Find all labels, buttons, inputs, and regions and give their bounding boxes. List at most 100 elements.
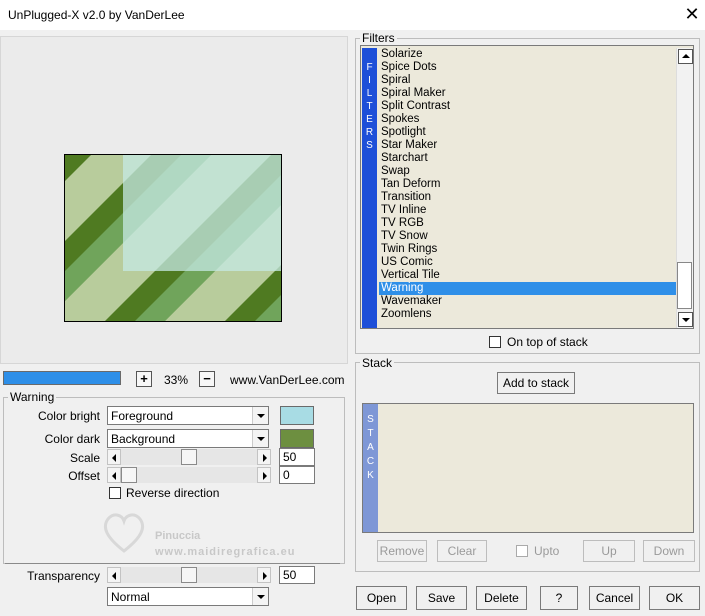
filter-list-item[interactable]: Starchart — [379, 152, 676, 165]
scale-slider-thumb[interactable] — [181, 449, 197, 465]
filter-list-item[interactable]: Twin Rings — [379, 243, 676, 256]
filters-strip-letter: I — [368, 75, 371, 86]
scroll-up-icon[interactable] — [678, 49, 693, 64]
stack-strip-letter: A — [367, 442, 374, 453]
stack-side-strip: STACK — [363, 404, 378, 532]
preview-area — [0, 36, 348, 364]
color-dark-label: Color dark — [44, 432, 100, 446]
chevron-down-icon[interactable] — [252, 588, 268, 605]
offset-value-field[interactable]: 0 — [279, 466, 315, 484]
filters-strip-letter: E — [366, 114, 373, 125]
chevron-down-icon[interactable] — [252, 430, 268, 447]
help-button[interactable]: ? — [540, 586, 578, 610]
blend-mode-select[interactable]: Normal — [107, 587, 269, 606]
add-to-stack-button[interactable]: Add to stack — [497, 372, 575, 394]
transparency-slider-thumb[interactable] — [181, 567, 197, 583]
watermark-logo — [98, 505, 150, 557]
filter-list-item[interactable]: Zoomlens — [379, 308, 676, 321]
upto-checkbox[interactable] — [516, 545, 528, 557]
close-icon[interactable]: ✕ — [680, 3, 704, 27]
transparency-increase-arrow[interactable] — [257, 567, 271, 583]
website-link[interactable]: www.VanDerLee.com — [230, 373, 345, 387]
filter-list-item[interactable]: Spiral Maker — [379, 87, 676, 100]
watermark-url: www.maidiregrafica.eu — [155, 546, 296, 558]
filter-list-item[interactable]: Spiral — [379, 74, 676, 87]
color-bright-value: Foreground — [111, 409, 174, 423]
filters-side-strip: FILTERS — [362, 48, 377, 328]
on-top-of-stack-checkbox[interactable] — [489, 336, 501, 348]
move-down-button[interactable]: Down — [643, 540, 695, 562]
scale-slider[interactable] — [107, 449, 271, 465]
upto-label: Upto — [534, 544, 560, 558]
scale-increase-arrow[interactable] — [257, 449, 271, 465]
chevron-down-icon[interactable] — [252, 407, 268, 424]
filter-list-items: Solarize Spice Dots Spiral Spiral Maker Spli… — [379, 48, 676, 321]
on-top-of-stack-label: On top of stack — [507, 335, 588, 349]
filter-list-item[interactable]: Warning — [379, 282, 676, 295]
filters-strip-letter: S — [366, 140, 373, 151]
color-dark-select[interactable]: Background — [107, 429, 269, 448]
offset-slider-thumb[interactable] — [121, 467, 137, 483]
stack-strip-letter: C — [366, 456, 375, 467]
filter-list-item[interactable]: TV Inline — [379, 204, 676, 217]
offset-slider[interactable] — [107, 467, 271, 483]
transparency-label: Transparency — [27, 569, 100, 583]
filter-list-item[interactable]: Spice Dots — [379, 61, 676, 74]
filter-list-item[interactable]: TV RGB — [379, 217, 676, 230]
save-button[interactable]: Save — [416, 586, 467, 610]
filter-list-item[interactable]: Wavemaker — [379, 295, 676, 308]
stack-list[interactable] — [362, 403, 694, 533]
cancel-button[interactable]: Cancel — [589, 586, 640, 610]
filters-group-title: Filters — [360, 31, 397, 45]
ok-button[interactable]: OK — [649, 586, 700, 610]
color-bright-swatch[interactable] — [280, 406, 314, 425]
window-title: UnPlugged-X v2.0 by VanDerLee — [8, 8, 185, 22]
color-dark-swatch[interactable] — [280, 429, 314, 448]
filters-strip-letter: T — [366, 101, 373, 112]
color-bright-select[interactable]: Foreground — [107, 406, 269, 425]
stack-group-title: Stack — [360, 356, 395, 370]
move-up-button[interactable]: Up — [583, 540, 635, 562]
delete-button[interactable]: Delete — [476, 586, 527, 610]
preview-image — [64, 154, 282, 322]
blend-mode-value: Normal — [111, 590, 150, 604]
filters-strip-letter: R — [365, 127, 374, 138]
warning-group-title: Warning — [8, 390, 57, 404]
filter-list-item[interactable]: Swap — [379, 165, 676, 178]
filter-list-item[interactable]: Spokes — [379, 113, 676, 126]
transparency-decrease-arrow[interactable] — [107, 567, 121, 583]
zoom-level: 33% — [163, 373, 189, 387]
filter-list-item[interactable]: Solarize — [379, 48, 676, 61]
color-bright-label: Color bright — [37, 409, 100, 423]
scale-value-field[interactable]: 50 — [279, 448, 315, 466]
filters-strip-letter: F — [366, 62, 373, 73]
filter-list-item[interactable]: TV Snow — [379, 230, 676, 243]
filter-list-scroll-thumb[interactable] — [677, 262, 692, 309]
transparency-slider[interactable] — [107, 567, 271, 583]
scale-decrease-arrow[interactable] — [107, 449, 121, 465]
filter-list-item[interactable]: Vertical Tile — [379, 269, 676, 282]
filter-list-item[interactable]: Split Contrast — [379, 100, 676, 113]
offset-increase-arrow[interactable] — [257, 467, 271, 483]
open-button[interactable]: Open — [356, 586, 407, 610]
reverse-direction-checkbox[interactable] — [109, 487, 121, 499]
filter-list-item[interactable]: Transition — [379, 191, 676, 204]
offset-label: Offset — [68, 469, 100, 483]
zoom-out-button[interactable]: − — [199, 371, 215, 387]
filters-strip-letter: L — [366, 88, 373, 99]
remove-button[interactable]: Remove — [377, 540, 427, 562]
zoom-in-button[interactable]: + — [136, 371, 152, 387]
offset-decrease-arrow[interactable] — [107, 467, 121, 483]
filter-list-item[interactable]: Star Maker — [379, 139, 676, 152]
clear-button[interactable]: Clear — [437, 540, 487, 562]
stack-strip-letter: K — [367, 470, 374, 481]
scale-label: Scale — [69, 451, 100, 465]
filter-list-item[interactable]: US Comic — [379, 256, 676, 269]
filter-list-item[interactable]: Tan Deform — [379, 178, 676, 191]
transparency-value-field[interactable]: 50 — [279, 566, 315, 584]
divider — [5, 563, 340, 564]
stack-strip-letter: T — [367, 428, 374, 439]
watermark-name: Pinuccia — [155, 530, 201, 542]
filter-list-item[interactable]: Spotlight — [379, 126, 676, 139]
scroll-down-icon[interactable] — [678, 312, 693, 327]
